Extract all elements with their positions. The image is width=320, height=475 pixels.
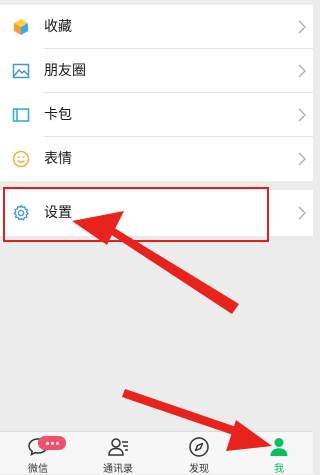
photo-icon bbox=[12, 63, 30, 79]
compass-icon bbox=[189, 437, 209, 457]
card-icon bbox=[12, 108, 30, 122]
menu-item-cards[interactable]: 卡包 bbox=[0, 93, 313, 137]
cube-icon bbox=[14, 19, 28, 35]
settings-highlight-box bbox=[3, 187, 269, 242]
tab-discover[interactable]: 发现 bbox=[169, 432, 229, 475]
chevron-right-icon bbox=[298, 152, 306, 166]
menu-item-favorites[interactable]: 收藏 bbox=[0, 5, 313, 49]
smiley-icon bbox=[12, 150, 30, 168]
contacts-icon bbox=[108, 438, 128, 456]
person-icon bbox=[270, 438, 288, 456]
menu-item-stickers[interactable]: 表情 bbox=[0, 137, 313, 181]
unread-badge bbox=[38, 436, 66, 450]
chevron-right-icon bbox=[298, 108, 306, 122]
top-strip bbox=[0, 0, 313, 4]
menu-item-label: 收藏 bbox=[44, 19, 72, 35]
tab-contacts[interactable]: 通讯录 bbox=[88, 432, 148, 475]
menu-item-label: 卡包 bbox=[44, 107, 72, 123]
menu-item-label: 表情 bbox=[44, 151, 72, 167]
chevron-right-icon bbox=[298, 20, 306, 34]
chevron-right-icon bbox=[298, 64, 306, 78]
menu-item-label: 朋友圈 bbox=[44, 63, 86, 79]
chevron-right-icon bbox=[298, 206, 306, 220]
tab-me[interactable]: 我 bbox=[249, 432, 309, 475]
menu-item-moments[interactable]: 朋友圈 bbox=[0, 49, 313, 93]
